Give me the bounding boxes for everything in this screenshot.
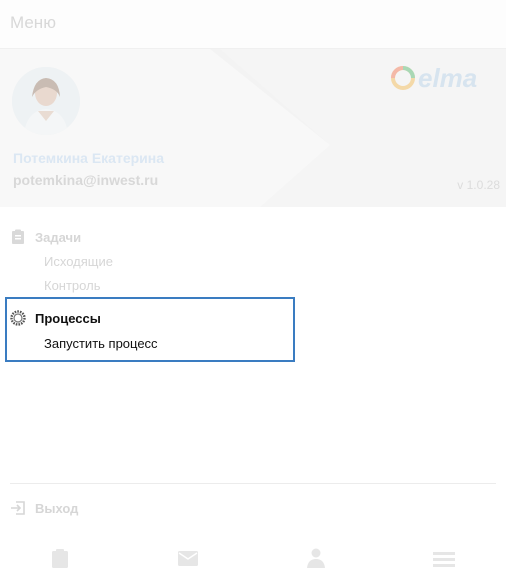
exit-button[interactable]: Выход	[10, 500, 78, 516]
user-email: potemkina@inwest.ru	[13, 172, 159, 188]
tasks-icon	[52, 549, 68, 568]
menu-section-processes[interactable]: Процессы	[10, 309, 101, 327]
svg-text:elma: elma	[418, 63, 477, 93]
nav-menu-button[interactable]	[414, 548, 474, 582]
gear-icon	[10, 310, 26, 326]
processes-highlight-frame	[5, 297, 295, 362]
menu-section-tasks-label: Задачи	[35, 229, 82, 245]
bottom-navigation	[0, 542, 506, 582]
exit-label: Выход	[35, 500, 79, 516]
menu-divider	[10, 483, 496, 484]
menu-item-control[interactable]: Контроль	[44, 278, 100, 293]
user-icon	[307, 548, 325, 568]
clipboard-icon	[12, 229, 24, 244]
nav-profile-button[interactable]	[286, 548, 346, 582]
logout-icon	[11, 501, 25, 515]
menu-item-outgoing[interactable]: Исходящие	[44, 254, 113, 269]
app-header: Меню	[0, 0, 506, 49]
menu-item-start-process[interactable]: Запустить процесс	[44, 336, 158, 351]
menu-section-processes-label: Процессы	[35, 310, 101, 326]
page-title: Меню	[10, 13, 56, 32]
nav-mail-button[interactable]	[158, 548, 218, 582]
mail-icon	[178, 551, 198, 566]
menu-section-tasks[interactable]: Задачи	[10, 228, 81, 246]
profile-panel: elma Потемкина Екатерина potemkina@inwes…	[0, 49, 506, 207]
user-name: Потемкина Екатерина	[13, 150, 164, 166]
avatar[interactable]	[12, 67, 80, 135]
menu-icon	[433, 552, 455, 567]
app-version: v 1.0.28	[457, 178, 500, 192]
nav-tasks-button[interactable]	[30, 548, 90, 582]
elma-logo: elma	[391, 63, 477, 93]
